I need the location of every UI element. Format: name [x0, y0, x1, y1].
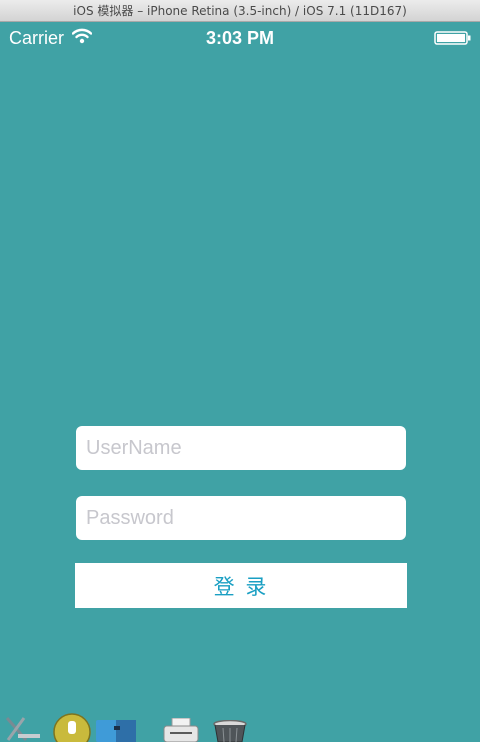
simulator-window: iOS 模拟器 – iPhone Retina (3.5-inch) / iOS… [0, 0, 480, 742]
password-field[interactable] [76, 496, 406, 540]
utility-icon[interactable] [52, 712, 92, 742]
app-screen: Carrier 3:03 PM 登 录 [0, 22, 480, 742]
login-button[interactable]: 登 录 [75, 563, 407, 608]
username-field[interactable] [76, 426, 406, 470]
status-time: 3:03 PM [205, 28, 275, 48]
tools-icon[interactable] [2, 714, 42, 742]
printer-icon[interactable] [162, 718, 200, 742]
mac-dock [0, 712, 480, 742]
battery-icon [434, 31, 471, 45]
status-bar: Carrier 3:03 PM [0, 22, 480, 54]
trash-icon[interactable] [212, 720, 248, 742]
finder-icon[interactable] [96, 718, 138, 742]
window-title: iOS 模拟器 – iPhone Retina (3.5-inch) / iOS… [0, 0, 480, 22]
